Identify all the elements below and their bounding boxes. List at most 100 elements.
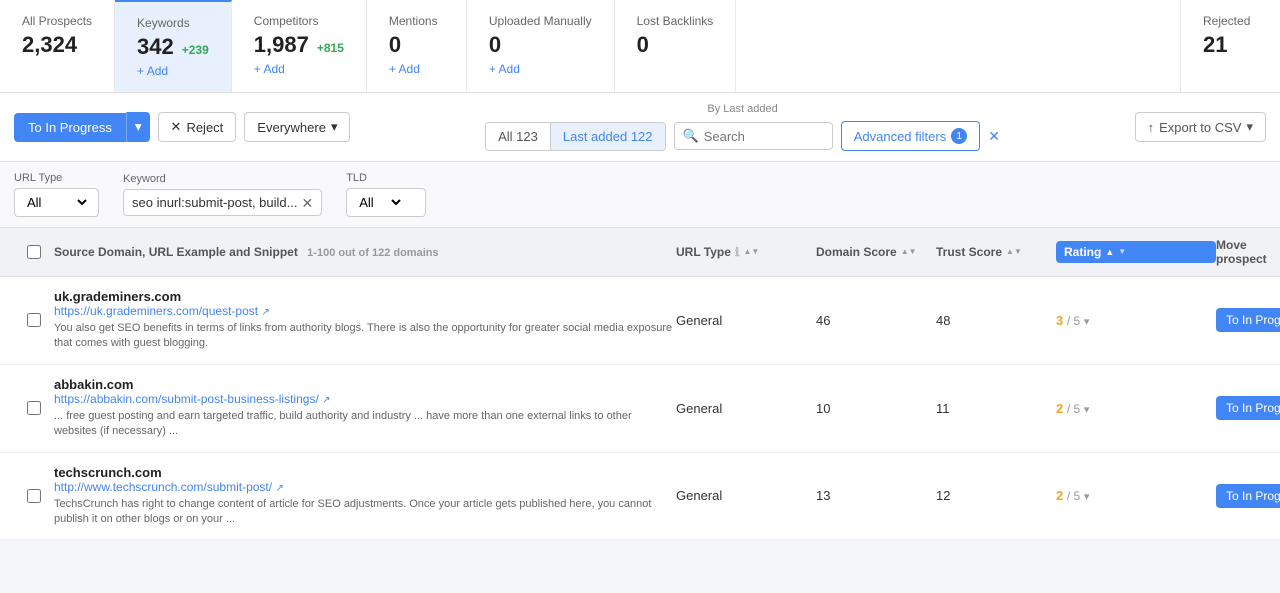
stat-uploaded-manually[interactable]: Uploaded Manually 0 + Add	[467, 0, 615, 92]
row-url-type-3: General	[676, 488, 816, 503]
to-in-progress-row-2[interactable]: To In Progress	[1216, 396, 1280, 420]
row-rating-2: 2 / 5 ▾	[1056, 401, 1216, 416]
row-checkbox-cell-1[interactable]	[14, 313, 54, 327]
export-button[interactable]: ↑ Export to CSV ▾	[1135, 112, 1266, 142]
tab-all[interactable]: All 123	[486, 123, 551, 150]
reject-button[interactable]: ✕ Reject	[158, 112, 237, 142]
header-source-count: 1-100 out of 122 domains	[307, 247, 438, 259]
advanced-filters-badge: 1	[951, 128, 967, 144]
reject-label: Reject	[186, 120, 223, 135]
stat-delta-competitors: +815	[317, 41, 344, 55]
export-chevron-icon: ▾	[1246, 119, 1253, 135]
row-checkbox-3[interactable]	[27, 489, 41, 503]
domain-name-2: abbakin.com	[54, 377, 676, 392]
stat-add-uploaded[interactable]: + Add	[489, 62, 592, 76]
header-source-label: Source Domain, URL Example and Snippet	[54, 245, 298, 259]
keyword-filter-wrap[interactable]: seo inurl:submit-post, build... ✕	[123, 189, 322, 216]
external-link-icon-1: ↗	[261, 307, 269, 318]
keyword-clear-button[interactable]: ✕	[301, 196, 313, 210]
domain-url-link-1[interactable]: https://uk.grademiners.com/quest-post	[54, 304, 258, 318]
url-type-filter-group: URL Type All General Blog Forum	[14, 172, 99, 217]
rating-max-1: / 5	[1067, 314, 1080, 328]
prospects-table: Source Domain, URL Example and Snippet 1…	[0, 228, 1280, 540]
external-link-icon-2: ↗	[322, 395, 330, 406]
search-input[interactable]	[704, 129, 824, 144]
row-action-3: To In Progress ▾ ✕	[1216, 483, 1266, 509]
to-in-progress-dropdown[interactable]: ▾	[126, 112, 150, 142]
rating-arrow-2[interactable]: ▾	[1084, 404, 1090, 416]
stat-rejected[interactable]: Rejected 21	[1180, 0, 1280, 92]
search-wrap[interactable]: 🔍	[674, 122, 833, 150]
header-rating-label: Rating	[1064, 245, 1101, 259]
row-trust-score-3: 12	[936, 488, 1056, 503]
keyword-filter-group: Keyword seo inurl:submit-post, build... …	[123, 173, 322, 216]
stat-add-competitors[interactable]: + Add	[254, 62, 344, 76]
url-type-sort-icon: ▲▼	[743, 248, 759, 256]
domain-url-link-3[interactable]: http://www.techscrunch.com/submit-post/	[54, 480, 272, 494]
to-in-progress-row-3[interactable]: To In Progress	[1216, 484, 1280, 508]
table-header: Source Domain, URL Example and Snippet 1…	[0, 228, 1280, 277]
domain-score-sort-icon: ▲▼	[901, 248, 917, 256]
table-row: uk.grademiners.com https://uk.grademiner…	[0, 277, 1280, 365]
domain-snippet-2: ... free guest posting and earn targeted…	[54, 409, 676, 440]
tld-select-wrap[interactable]: All .com .net .org	[346, 188, 426, 217]
stat-value-all-prospects: 2,324	[22, 32, 92, 58]
stat-value-competitors: 1,987	[254, 32, 309, 58]
header-checkbox-cell[interactable]	[14, 245, 54, 259]
rating-max-2: / 5	[1067, 402, 1080, 416]
tab-last-added[interactable]: Last added 122	[551, 123, 665, 150]
row-domain-score-1: 46	[816, 313, 936, 328]
stat-label-uploaded: Uploaded Manually	[489, 14, 592, 28]
domain-url-1: https://uk.grademiners.com/quest-post ↗	[54, 304, 676, 318]
header-url-type-label: URL Type	[676, 245, 731, 259]
everywhere-button[interactable]: Everywhere ▾	[244, 112, 350, 142]
to-in-progress-button[interactable]: To In Progress	[14, 113, 126, 142]
stat-add-keywords[interactable]: + Add	[137, 64, 209, 78]
tld-label: TLD	[346, 172, 426, 184]
everywhere-label: Everywhere	[257, 120, 326, 135]
header-domain-score[interactable]: Domain Score ▲▼	[816, 245, 936, 259]
stat-all-prospects[interactable]: All Prospects 2,324	[0, 0, 115, 92]
stat-value-uploaded: 0	[489, 32, 592, 58]
chevron-down-icon: ▾	[331, 119, 338, 135]
row-checkbox-2[interactable]	[27, 401, 41, 415]
to-in-progress-row-1[interactable]: To In Progress	[1216, 308, 1280, 332]
filters-row: URL Type All General Blog Forum Keyword …	[0, 162, 1280, 228]
rating-val-3: 2	[1056, 488, 1063, 503]
row-trust-score-1: 48	[936, 313, 1056, 328]
close-advanced-filter-button[interactable]: ✕	[988, 128, 1000, 145]
search-icon: 🔍	[683, 128, 699, 144]
header-trust-score[interactable]: Trust Score ▲▼	[936, 245, 1056, 259]
advanced-filters-button[interactable]: Advanced filters 1	[841, 121, 981, 151]
rating-arrow-1[interactable]: ▾	[1084, 316, 1090, 328]
row-checkbox-cell-3[interactable]	[14, 489, 54, 503]
stat-value-rejected: 21	[1203, 32, 1258, 58]
stat-mentions[interactable]: Mentions 0 + Add	[367, 0, 467, 92]
header-url-type[interactable]: URL Type ℹ ▲▼	[676, 245, 816, 259]
header-rating[interactable]: Rating ▲ ▼	[1056, 241, 1216, 263]
stat-label-mentions: Mentions	[389, 14, 444, 28]
stat-label-rejected: Rejected	[1203, 14, 1258, 28]
stat-competitors[interactable]: Competitors 1,987 +815 + Add	[232, 0, 367, 92]
row-checkbox-cell-2[interactable]	[14, 401, 54, 415]
domain-snippet-1: You also get SEO benefits in terms of li…	[54, 321, 676, 352]
row-source-1: uk.grademiners.com https://uk.grademiner…	[54, 289, 676, 352]
to-in-progress-group: To In Progress ▾	[14, 112, 150, 142]
stat-keywords[interactable]: Keywords 342 +239 + Add	[115, 0, 232, 92]
url-type-select-wrap[interactable]: All General Blog Forum	[14, 188, 99, 217]
select-all-checkbox[interactable]	[27, 245, 41, 259]
stat-lost-backlinks[interactable]: Lost Backlinks 0	[615, 0, 737, 92]
stat-add-mentions[interactable]: + Add	[389, 62, 444, 76]
domain-name-1: uk.grademiners.com	[54, 289, 676, 304]
url-type-select[interactable]: All General Blog Forum	[23, 194, 90, 211]
row-checkbox-1[interactable]	[27, 313, 41, 327]
domain-url-link-2[interactable]: https://abbakin.com/submit-post-business…	[54, 392, 319, 406]
toolbar-center: By Last added All 123 Last added 122 🔍 A…	[358, 103, 1126, 151]
rating-arrow-3[interactable]: ▾	[1084, 491, 1090, 503]
stat-label-lost: Lost Backlinks	[637, 14, 714, 28]
header-domain-score-label: Domain Score	[816, 245, 897, 259]
tld-select[interactable]: All .com .net .org	[355, 194, 404, 211]
row-url-type-1: General	[676, 313, 816, 328]
stats-bar: All Prospects 2,324 Keywords 342 +239 + …	[0, 0, 1280, 93]
row-rating-3: 2 / 5 ▾	[1056, 488, 1216, 503]
